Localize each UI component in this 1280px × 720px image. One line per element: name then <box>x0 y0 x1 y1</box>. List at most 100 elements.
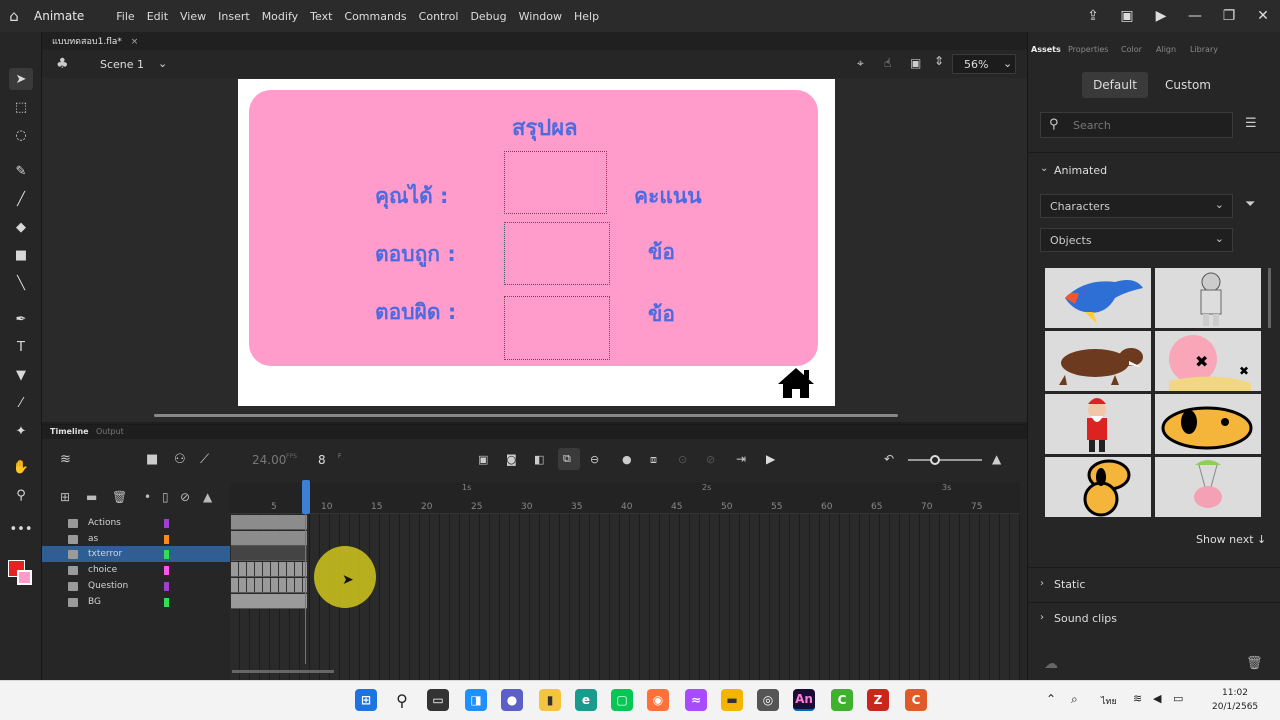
fill-color-swatch[interactable] <box>17 570 32 585</box>
sound-clips-section[interactable]: Sound clips <box>1054 612 1117 625</box>
zoom-icon[interactable]: ⚲ <box>9 484 33 506</box>
santa-thumbnail[interactable] <box>1045 394 1151 454</box>
play-icon[interactable]: ▶ <box>766 452 775 466</box>
home-button-icon[interactable] <box>776 366 816 400</box>
dog-sitting-thumbnail[interactable] <box>1045 457 1151 517</box>
file-explorer-icon[interactable]: ▮ <box>539 689 561 711</box>
close-tab-icon[interactable]: × <box>131 37 139 47</box>
highlight-icon[interactable]: • <box>144 490 151 504</box>
undo-icon[interactable]: ↶ <box>884 452 894 466</box>
hand-icon[interactable]: ✋ <box>9 456 33 478</box>
task-view-icon[interactable]: ▭ <box>427 689 449 711</box>
layer-color[interactable] <box>164 597 169 607</box>
edit-multiple-icon[interactable]: ⧈ <box>650 453 657 467</box>
chevron-down-icon[interactable]: ⌄ <box>158 57 167 70</box>
menu-text[interactable]: Text <box>304 10 338 23</box>
custom-button[interactable]: Custom <box>1155 72 1221 98</box>
chevron-down-icon[interactable]: ⌄ <box>1040 163 1048 174</box>
fps-value[interactable]: 24.00 <box>252 453 286 467</box>
layer-parenting-icon[interactable]: ⚇ <box>174 452 186 467</box>
rotate-stage-icon[interactable]: ☝ <box>884 56 891 70</box>
scene-label[interactable]: Scene 1 <box>100 58 144 71</box>
layers-icon[interactable]: ≋ <box>60 452 71 467</box>
frame-icon[interactable]: ◧ <box>534 453 544 466</box>
microphone-icon[interactable]: ⌕ <box>1071 692 1078 707</box>
chevron-up-icon[interactable]: ⌃ <box>1046 692 1056 706</box>
layer-row-txterror[interactable]: txterror <box>42 546 230 562</box>
pig-parachute-thumbnail[interactable] <box>1155 457 1261 517</box>
frame-span-question[interactable] <box>231 578 307 593</box>
restore-icon[interactable]: ❐ <box>1212 8 1246 24</box>
messenger-icon[interactable]: ≈ <box>685 689 707 711</box>
frame-span-actions[interactable] <box>231 515 307 530</box>
clock-date[interactable]: 20/1/2565 <box>1212 702 1258 712</box>
list-view-icon[interactable]: ☰ <box>1245 116 1257 131</box>
layer-row-choice[interactable]: choice <box>42 562 230 578</box>
camtasia-green-icon[interactable]: C <box>831 689 853 711</box>
lasso-icon[interactable]: ◌ <box>9 124 33 146</box>
workspace-icon[interactable]: ▣ <box>1110 8 1144 24</box>
snail-thumbnail[interactable]: ✖ ✖ <box>1155 331 1261 391</box>
tab-align[interactable]: Align <box>1156 45 1176 54</box>
free-transform-icon[interactable]: ⬚ <box>9 96 33 118</box>
teams-icon[interactable]: ● <box>501 689 523 711</box>
camera-icon[interactable]: ■ <box>146 452 158 467</box>
delete-layer-icon[interactable]: 🗑 <box>112 490 127 504</box>
clip-icon[interactable]: ▣ <box>910 56 921 70</box>
tab-timeline[interactable]: Timeline <box>50 427 89 436</box>
folder-icon[interactable]: ▬ <box>721 689 743 711</box>
line-icon[interactable]: ▢ <box>611 689 633 711</box>
cloud-upload-icon[interactable]: ☁ <box>1044 656 1058 672</box>
firefox-icon[interactable]: ◉ <box>647 689 669 711</box>
volume-icon[interactable]: ◀ <box>1153 692 1161 705</box>
paint-brush-icon[interactable]: ✎ <box>9 160 33 182</box>
new-layer-icon[interactable]: ⊞ <box>60 490 70 504</box>
brush-icon[interactable]: ╱ <box>9 188 33 210</box>
mummy-thumbnail[interactable] <box>1155 268 1261 328</box>
home-icon[interactable]: ⌂ <box>0 0 28 32</box>
search-field[interactable]: ⚲ Search <box>1040 112 1233 138</box>
close-icon[interactable]: ✕ <box>1246 8 1280 24</box>
wifi-icon[interactable]: ≋ <box>1133 692 1142 705</box>
tab-assets[interactable]: Assets <box>1031 45 1061 54</box>
layer-row-actions[interactable]: Actions <box>42 515 230 531</box>
layer-color[interactable] <box>164 534 169 544</box>
outline-icon[interactable]: ▯ <box>162 490 169 504</box>
chevron-right-icon[interactable]: › <box>1040 612 1044 623</box>
test-movie-icon[interactable]: ▶ <box>1144 8 1178 24</box>
menu-control[interactable]: Control <box>413 10 465 23</box>
characters-dropdown[interactable]: Characters ⌄ <box>1040 194 1233 218</box>
menu-file[interactable]: File <box>110 10 140 23</box>
wolf-thumbnail[interactable] <box>1045 331 1151 391</box>
onion-multi-icon[interactable]: ● <box>622 453 632 466</box>
paint-bucket-icon[interactable]: ▼ <box>9 364 33 386</box>
app-icon[interactable]: ◎ <box>757 689 779 711</box>
filter-icon[interactable]: ⏷ <box>1245 197 1255 212</box>
layer-row-bg[interactable]: BG <box>42 594 230 610</box>
menu-insert[interactable]: Insert <box>212 10 256 23</box>
start-icon[interactable]: ⊞ <box>355 689 377 711</box>
timeline-scrollbar[interactable] <box>232 670 334 673</box>
keyframe-icon[interactable]: ▣ <box>478 453 488 466</box>
go-to-icon[interactable]: ⇥ <box>736 452 746 466</box>
tab-properties[interactable]: Properties <box>1068 45 1108 54</box>
chevron-right-icon[interactable]: › <box>1040 578 1044 589</box>
correct-textbox[interactable] <box>504 222 610 285</box>
slider-handle[interactable] <box>930 455 940 465</box>
layer-row-question[interactable]: Question <box>42 578 230 594</box>
new-folder-icon[interactable]: ▬ <box>86 490 97 504</box>
minimize-icon[interactable]: — <box>1178 8 1212 24</box>
parrot-thumbnail[interactable] <box>1045 268 1151 328</box>
scene-icon[interactable]: ♣ <box>56 56 69 72</box>
animated-section[interactable]: Animated <box>1054 164 1107 177</box>
edge-icon[interactable]: e <box>575 689 597 711</box>
snap-icon[interactable]: ⌖ <box>857 56 864 71</box>
text-tool-icon[interactable]: T <box>9 336 33 358</box>
rectangle-icon[interactable]: ■ <box>9 244 33 266</box>
frame-span-txterror[interactable] <box>231 546 307 561</box>
widgets-icon[interactable]: ◨ <box>465 689 487 711</box>
frame-value[interactable]: 8 <box>318 453 326 467</box>
dog-lying-thumbnail[interactable] <box>1155 394 1261 454</box>
document-tab[interactable]: แบบทดสอบ1.fla* × <box>52 34 138 48</box>
blank-keyframe-icon[interactable]: ◙ <box>506 453 517 466</box>
